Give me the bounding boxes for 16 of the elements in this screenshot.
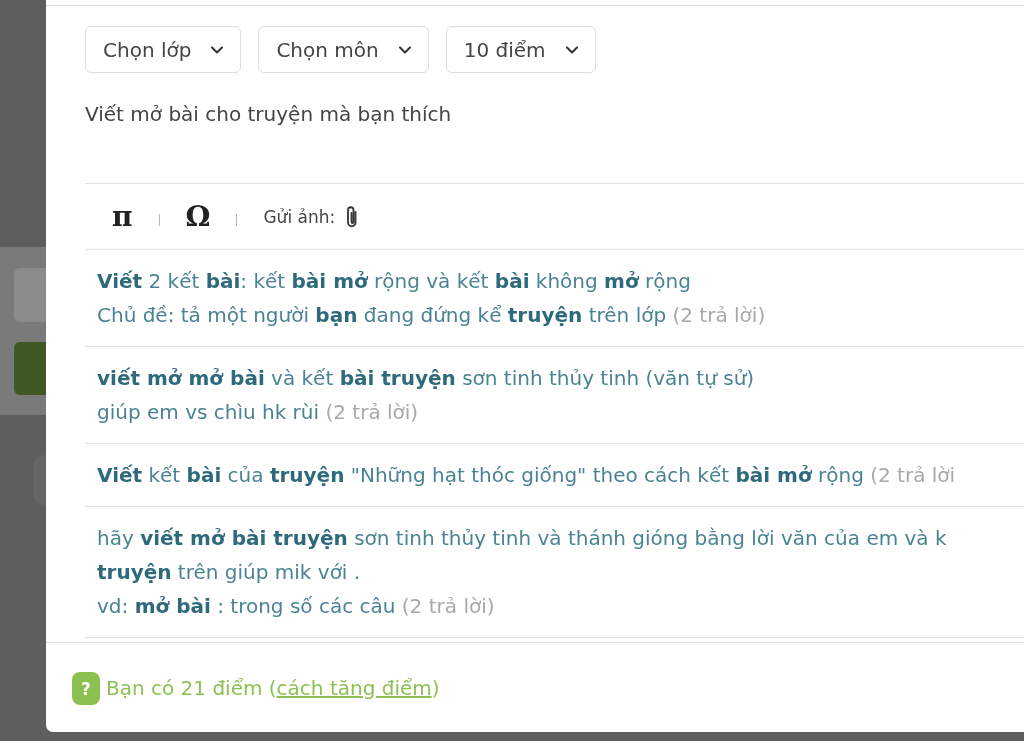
subject-dropdown[interactable]: Chọn môn (258, 26, 429, 73)
suggestion-link[interactable]: Viết 2 kết bài: kết bài mở rộng và kết bài không mở rộng Chủ đề: tả một người bạn đang đứng kể truyện trên lớp (2 trả lời) (97, 264, 766, 332)
chevron-down-icon (211, 45, 224, 54)
class-dropdown[interactable]: Chọn lớp (85, 26, 242, 73)
omega-symbol-button[interactable]: Ω (185, 199, 211, 234)
dimmed-card (14, 268, 46, 322)
chevron-down-icon (398, 45, 411, 54)
suggestion-link[interactable]: viết mở mở bài và kết bài truyện sơn tinh thủy tinh (văn tự sử) giúp em vs chìu hk rùi (2 trả lời) (97, 361, 755, 429)
attach-image-label: Gửi ảnh: (263, 206, 336, 227)
chevron-down-icon (565, 45, 578, 54)
dimmed-tile (14, 342, 46, 395)
points-message: Bạn có 21 điểm (cách tăng điểm) (106, 675, 440, 700)
pi-symbol-button[interactable]: π (112, 199, 133, 234)
suggestion-link[interactable]: Viết kết bài của truyện "Những hạt thóc giống" theo cách kết bài mở rộng (2 trả lời (97, 458, 956, 492)
suggestion-link[interactable]: hãy viết mở bài truyện sơn tinh thủy tinh và thánh gióng bằng lời văn của em và k truyện trên giúp mik với . vd: mở bài : trong số các câu (2 trả lời) (97, 521, 947, 623)
points-dropdown[interactable]: 10 điểm (445, 26, 596, 73)
